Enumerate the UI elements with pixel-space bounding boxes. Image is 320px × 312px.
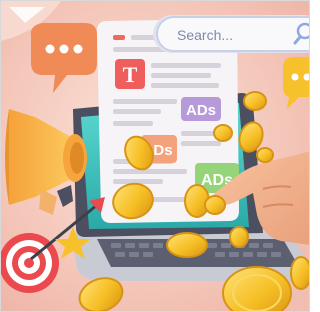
ad-badge-top: ADs: [181, 97, 221, 121]
coin-icon: [290, 256, 309, 290]
coin-icon: [166, 232, 208, 258]
coin-icon: [204, 195, 226, 215]
illustration-frame: T ADs Ds ADs Search...: [0, 0, 310, 312]
coin-icon: [222, 266, 292, 311]
coin-icon: [243, 91, 267, 111]
coin-icon: [229, 226, 249, 248]
coin-icon: [213, 124, 233, 142]
search-bar[interactable]: Search...: [153, 15, 310, 53]
ad-badge-top-label: ADs: [186, 102, 216, 119]
text-block-letter: T: [123, 62, 138, 87]
online-advertising-illustration: T ADs Ds ADs Search...: [1, 1, 310, 311]
coin-icon: [256, 147, 274, 163]
ad-badge-middle-label: Ds: [153, 142, 172, 159]
search-input[interactable]: Search...: [177, 27, 233, 43]
text-block-icon: T: [115, 59, 145, 89]
